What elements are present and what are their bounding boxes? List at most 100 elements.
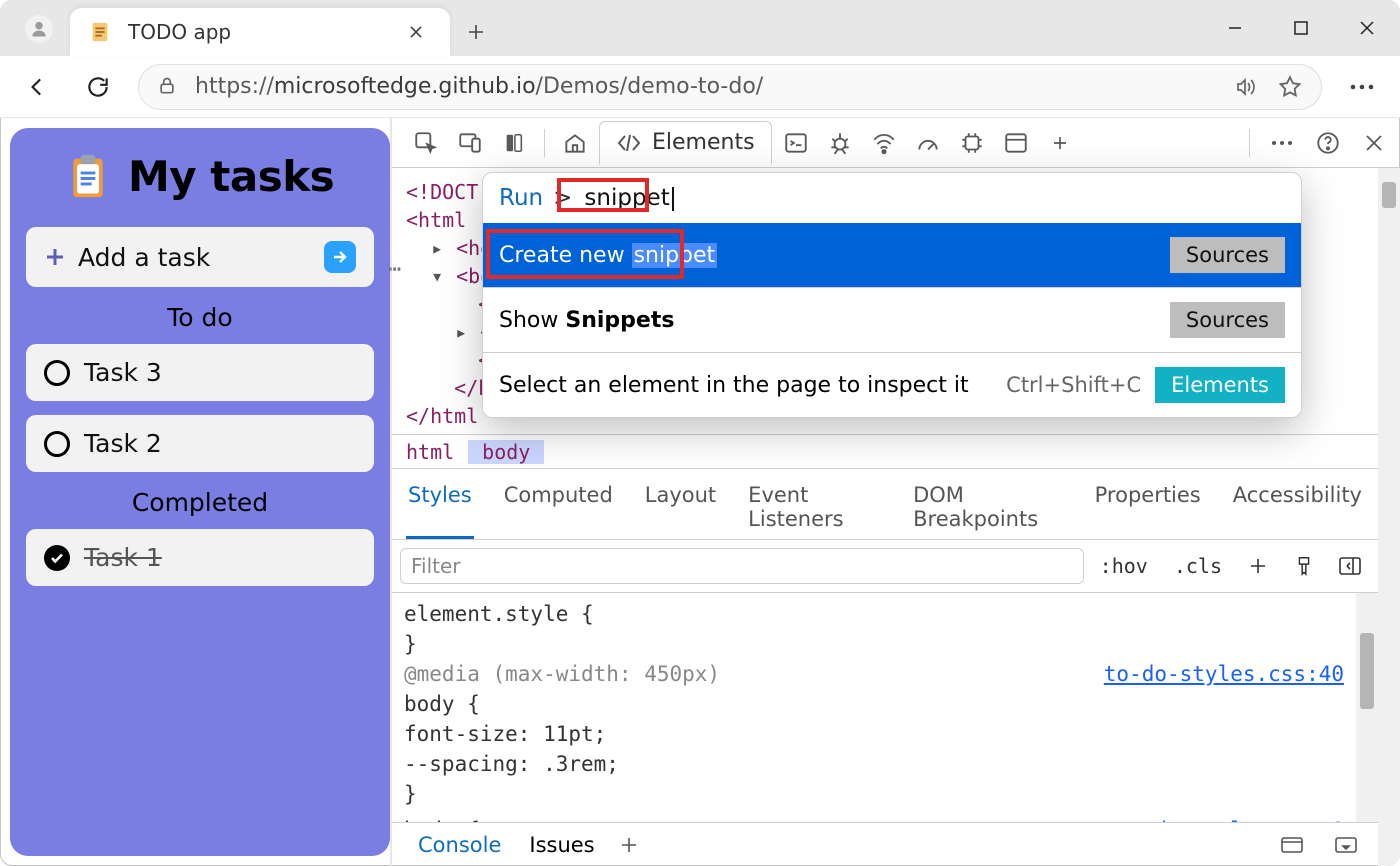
address-bar[interactable]: https://microsoftedge.github.io/Demos/de…: [138, 64, 1322, 110]
command-item-select-element[interactable]: Select an element in the page to inspect…: [483, 352, 1301, 417]
browser-window: TODO app https://microsoftedge.github.io…: [0, 0, 1400, 866]
console-icon[interactable]: [776, 123, 816, 163]
network-icon[interactable]: [864, 123, 904, 163]
add-task-button[interactable]: Add a task: [26, 227, 374, 287]
elements-tab-label: Elements: [652, 130, 755, 155]
back-button[interactable]: [18, 67, 58, 107]
styles-tab-computed[interactable]: Computed: [502, 475, 615, 539]
welcome-icon[interactable]: [555, 123, 595, 163]
styles-tab-properties[interactable]: Properties: [1093, 475, 1203, 539]
drawer-console-tab[interactable]: Console: [404, 833, 515, 857]
browser-toolbar: https://microsoftedge.github.io/Demos/de…: [0, 56, 1400, 118]
tab-title: TODO app: [128, 20, 231, 44]
new-style-rule-icon[interactable]: [1238, 546, 1278, 586]
scrollbar[interactable]: [1378, 168, 1400, 866]
performance-icon[interactable]: [908, 123, 948, 163]
styles-tab-eventlisteners[interactable]: Event Listeners: [746, 475, 883, 539]
debugger-icon[interactable]: [820, 123, 860, 163]
command-item-create-snippet[interactable]: Create new snippet Sources: [483, 223, 1301, 287]
breadcrumb-item[interactable]: body: [468, 440, 544, 464]
unchecked-icon[interactable]: [44, 360, 70, 386]
notepad-icon: [88, 20, 112, 44]
code-icon: [616, 133, 642, 153]
drawer-expand-icon[interactable]: [1326, 825, 1366, 865]
hov-toggle[interactable]: :hov: [1090, 548, 1158, 584]
titlebar: TODO app: [0, 0, 1400, 56]
run-label: Run: [499, 185, 543, 211]
command-menu: Run > snippet Create new snippet Sources…: [482, 172, 1302, 418]
scrollbar[interactable]: [1356, 593, 1378, 822]
paint-flash-icon[interactable]: [1284, 546, 1324, 586]
drawer-issues-icon[interactable]: [1272, 825, 1312, 865]
memory-icon[interactable]: [952, 123, 992, 163]
application-icon[interactable]: [996, 123, 1036, 163]
task-label: Task 1: [84, 543, 162, 572]
prompt-icon: >: [553, 185, 572, 211]
styles-filter-input[interactable]: Filter: [400, 548, 1084, 584]
maximize-button[interactable]: [1268, 0, 1334, 56]
browser-tab[interactable]: TODO app: [70, 8, 450, 56]
task-label: Task 2: [84, 429, 162, 458]
drawer-add-tab-icon[interactable]: [609, 825, 649, 865]
clipboard-icon: [66, 153, 110, 201]
devtools-toolbar: Elements: [392, 118, 1400, 168]
help-icon[interactable]: [1308, 123, 1348, 163]
command-item-show-snippets[interactable]: Show Snippets Sources: [483, 287, 1301, 352]
device-toolbar-icon[interactable]: [450, 123, 490, 163]
profile-button[interactable]: [14, 4, 64, 54]
section-done-heading: Completed: [26, 488, 374, 517]
window-controls: [1202, 0, 1400, 56]
close-devtools-icon[interactable]: [1354, 123, 1394, 163]
submit-icon[interactable]: [324, 241, 356, 273]
more-options-icon[interactable]: [1262, 123, 1302, 163]
styles-toolbar: Filter :hov .cls: [392, 540, 1378, 593]
task-item[interactable]: Task 3: [26, 344, 374, 401]
minimize-button[interactable]: [1202, 0, 1268, 56]
command-input[interactable]: snippet: [582, 185, 671, 211]
avatar-icon: [25, 15, 53, 43]
cls-toggle[interactable]: .cls: [1164, 548, 1232, 584]
devtools-drawer: Console Issues: [392, 822, 1378, 866]
dom-breadcrumb[interactable]: html body: [392, 435, 1378, 469]
source-link[interactable]: to-do-styles.css:40: [1104, 662, 1344, 686]
breadcrumb-item[interactable]: html: [392, 440, 468, 464]
styles-tab-accessibility[interactable]: Accessibility: [1231, 475, 1364, 539]
refresh-button[interactable]: [78, 67, 118, 107]
styles-tab-breakpoints[interactable]: DOM Breakpoints: [911, 475, 1065, 539]
styles-tab-layout[interactable]: Layout: [643, 475, 718, 539]
new-tab-button[interactable]: [456, 12, 496, 52]
tab-strip: TODO app: [70, 8, 1202, 56]
checked-icon[interactable]: [44, 545, 70, 571]
todo-title: My tasks: [128, 152, 334, 201]
section-todo-heading: To do: [26, 303, 374, 332]
styles-pane: element.style { } @media (max-width: 450…: [392, 593, 1378, 822]
unchecked-icon[interactable]: [44, 431, 70, 457]
styles-tabs: Styles Computed Layout Event Listeners D…: [392, 469, 1378, 540]
elements-tab[interactable]: Elements: [599, 121, 772, 165]
command-input-row[interactable]: Run > snippet: [483, 173, 1301, 223]
task-label: Task 3: [84, 358, 162, 387]
lock-icon: [157, 76, 179, 98]
styles-code[interactable]: element.style { } @media (max-width: 450…: [392, 593, 1356, 822]
task-item[interactable]: Task 2: [26, 415, 374, 472]
source-badge: Sources: [1170, 302, 1285, 338]
todo-header: My tasks: [26, 152, 374, 201]
sources-panel-icon[interactable]: [494, 123, 534, 163]
gutter-menu-icon[interactable]: ⋯: [388, 256, 401, 284]
read-aloud-icon[interactable]: [1233, 75, 1257, 99]
more-tabs-icon[interactable]: [1040, 123, 1080, 163]
todo-app: My tasks Add a task To do Task 3 Task 2 …: [10, 128, 390, 856]
keyboard-shortcut: Ctrl+Shift+C: [1006, 373, 1141, 397]
settings-more-button[interactable]: [1342, 67, 1382, 107]
inspect-element-icon[interactable]: [406, 123, 446, 163]
add-task-label: Add a task: [78, 243, 210, 272]
close-window-button[interactable]: [1334, 0, 1400, 56]
close-tab-icon[interactable]: [400, 16, 432, 48]
source-badge: Sources: [1170, 237, 1285, 273]
task-item-completed[interactable]: Task 1: [26, 529, 374, 586]
drawer-issues-tab[interactable]: Issues: [515, 833, 608, 857]
favorite-icon[interactable]: [1277, 74, 1303, 100]
computed-sidebar-icon[interactable]: [1330, 546, 1370, 586]
url-text: https://microsoftedge.github.io/Demos/de…: [195, 74, 763, 99]
styles-tab-styles[interactable]: Styles: [406, 475, 474, 539]
